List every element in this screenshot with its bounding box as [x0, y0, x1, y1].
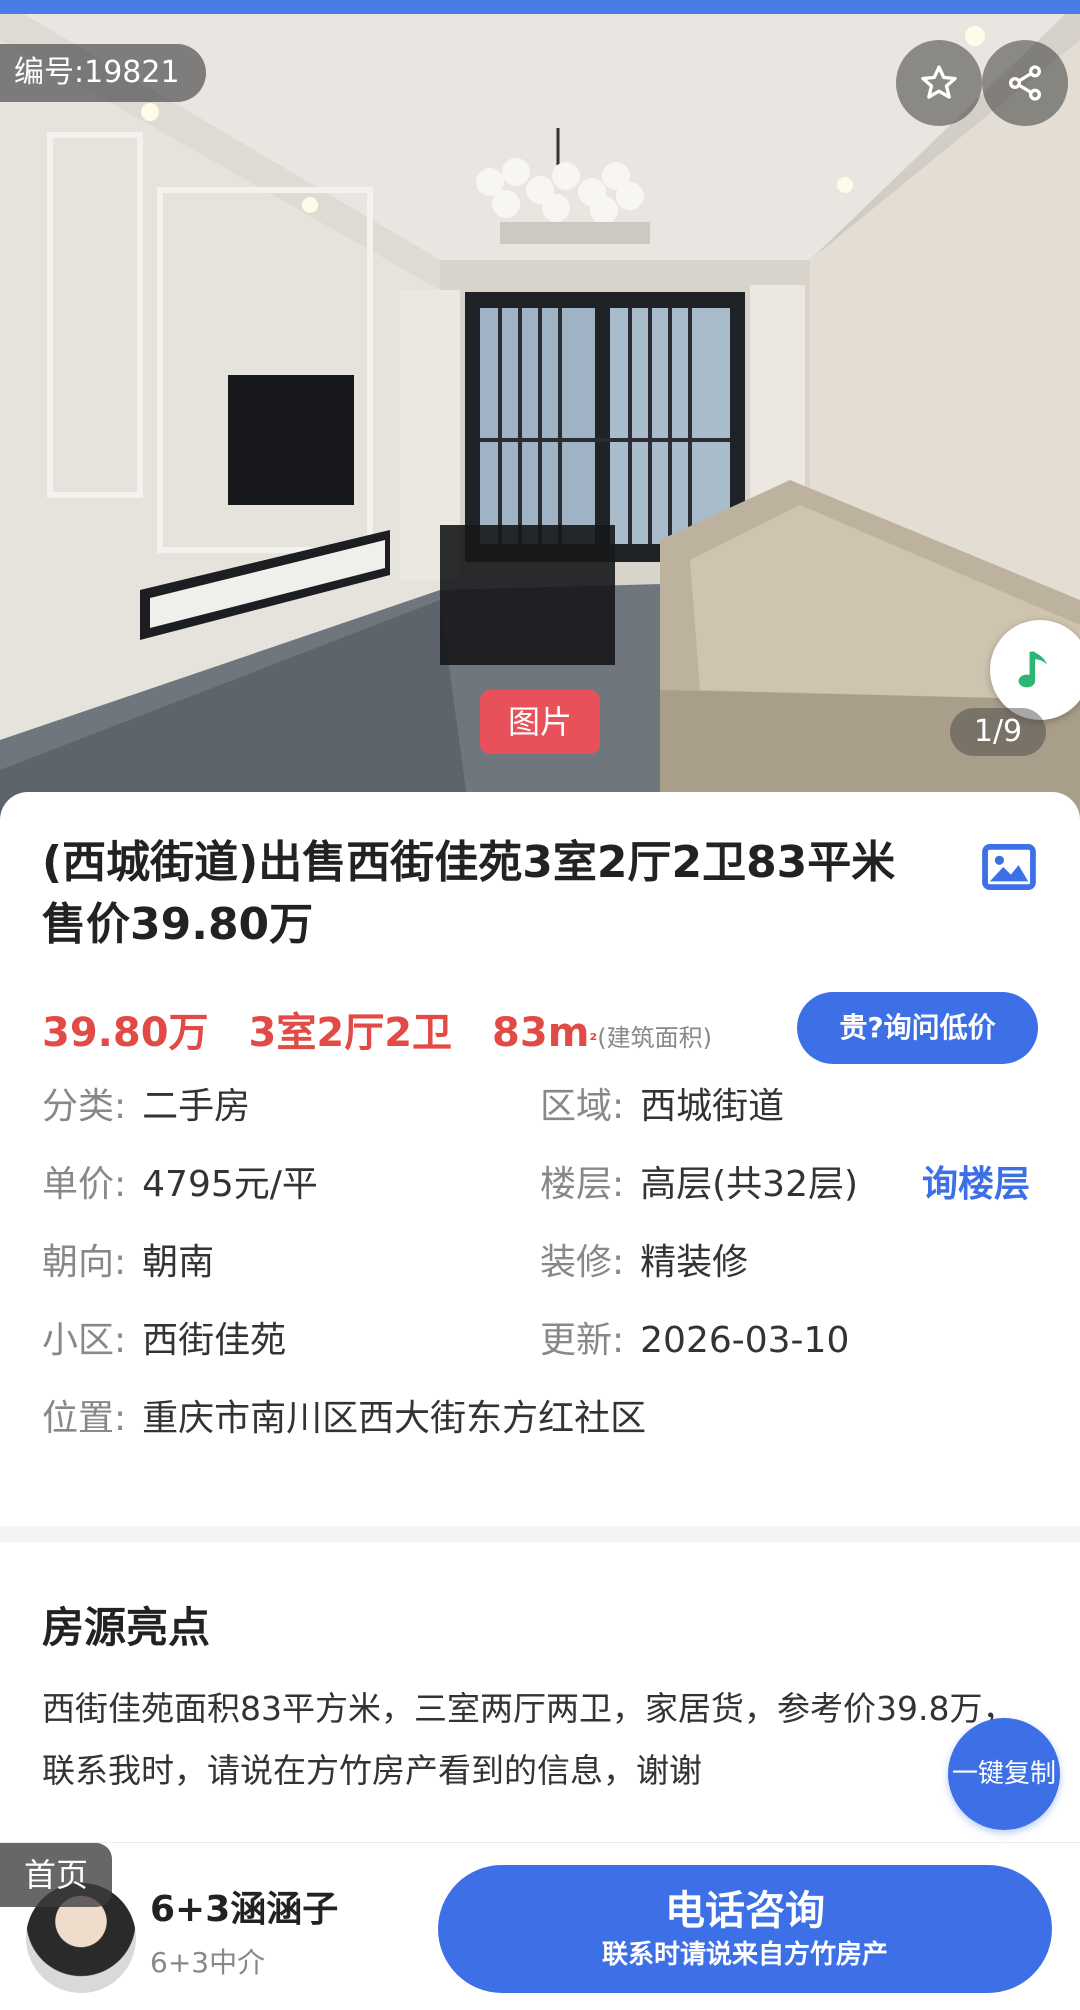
ask-floor-link[interactable]: 询楼层 [922, 1160, 1030, 1210]
attr-community: 小区: 西街佳苑 [42, 1320, 287, 1361]
attr-category: 分类: 二手房 [42, 1086, 251, 1127]
star-outline-icon [921, 65, 957, 99]
attr-orientation: 朝向: 朝南 [42, 1242, 215, 1283]
bottom-contact-bar: 首页 6+3涵涵子 6+3中介 电话咨询 联系时请说来自方竹房产 [0, 1842, 1080, 2010]
share-button[interactable] [982, 40, 1068, 126]
photo-tag[interactable]: 图片 [480, 690, 600, 754]
music-button[interactable] [990, 620, 1080, 720]
ask-lower-price-button[interactable]: 贵?询问低价 [797, 992, 1038, 1064]
share-icon [1009, 65, 1041, 101]
gallery-image-icon[interactable] [982, 844, 1036, 890]
attr-updated: 更新: 2026-03-10 [540, 1320, 850, 1361]
call-button-label: 电话咨询 [665, 1888, 825, 1934]
listing-code-badge: 编号:19821 [0, 44, 206, 102]
highlights-text: 西街佳苑面积83平方米，三室两厅两卫，家居货，参考价39.8万，联系我时，请说在… [42, 1689, 1016, 1790]
attr-region: 区域: 西城街道 [540, 1086, 785, 1127]
attr-unit-price: 单价: 4795元/平 [42, 1164, 318, 1205]
favorite-button[interactable] [896, 40, 982, 126]
listing-title: (西城街道)出售西街佳苑3室2厅2卫83平米 售价39.80万 [42, 837, 896, 950]
photo-counter: 1/9 [950, 708, 1046, 756]
attr-decoration: 装修: 精装修 [540, 1242, 749, 1283]
area-unit-superscript: ² [589, 1030, 598, 1051]
highlights-title: 房源亮点 [42, 1603, 211, 1652]
agent-name: 6+3涵涵子 [150, 1889, 339, 1930]
total-price: 39.80万 [42, 1010, 209, 1056]
attr-location: 位置: 重庆市南川区西大街东方红社区 [42, 1398, 647, 1439]
copy-button[interactable]: 一键复制 [948, 1718, 1060, 1830]
price-summary-row: 39.80万 3室2厅2卫 83m ² (建筑面积) [42, 1000, 712, 1060]
phone-consult-button[interactable]: 电话咨询 联系时请说来自方竹房产 [438, 1865, 1052, 1993]
music-note-icon [1018, 651, 1047, 688]
section-divider [0, 1526, 1080, 1542]
listing-info-card: (西城街道)出售西街佳苑3室2厅2卫83平米 售价39.80万 39.80万 3… [0, 792, 1080, 1532]
top-accent-strip [0, 0, 1080, 14]
room-layout: 3室2厅2卫 [248, 1010, 453, 1056]
agent-company: 6+3中介 [150, 1946, 266, 1979]
floor-area: 83m [492, 1010, 590, 1056]
listing-photo[interactable]: 编号:19821 图片 1/9 [0, 0, 1080, 820]
call-button-subtext: 联系时请说来自方竹房产 [601, 1940, 888, 1970]
attr-floor: 楼层: 高层(共32层) [540, 1164, 859, 1205]
area-note: (建筑面积) [597, 1024, 712, 1052]
home-tab[interactable]: 首页 [0, 1843, 112, 1907]
